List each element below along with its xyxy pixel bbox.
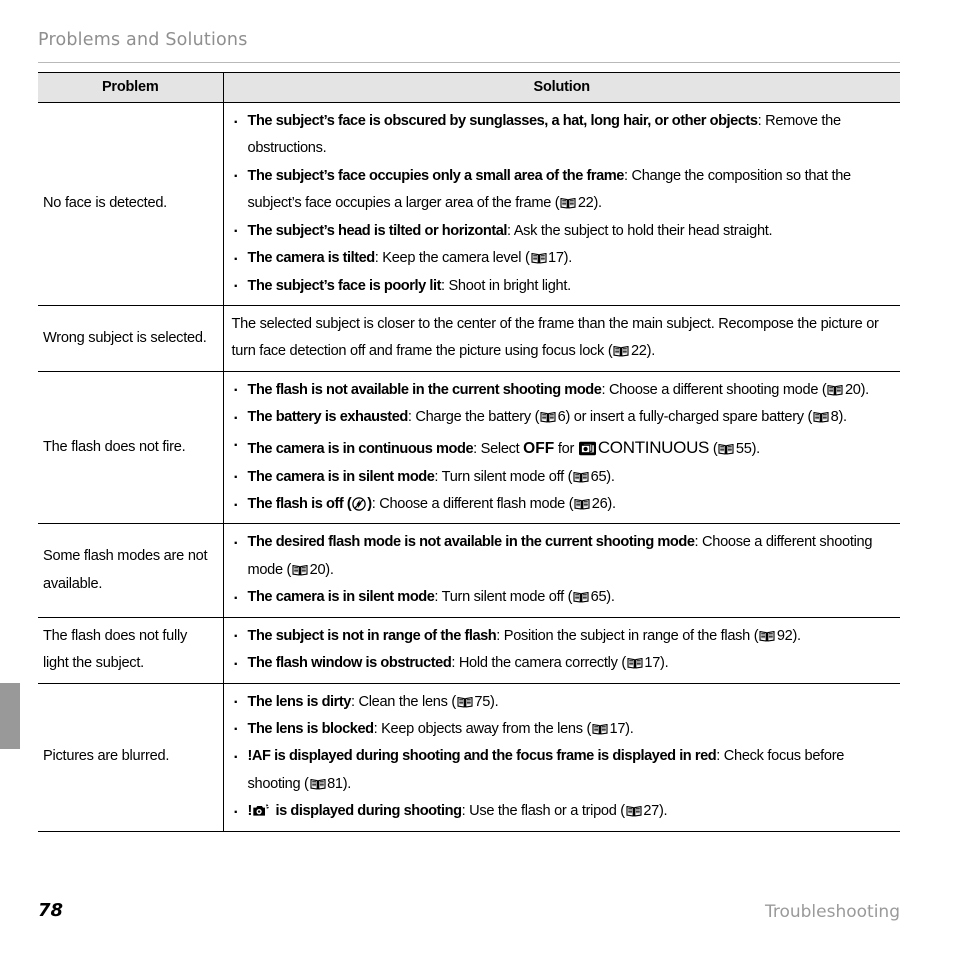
page-reference: 17 (644, 655, 661, 672)
page-reference: 65 (590, 589, 607, 606)
book-reference-icon (457, 696, 473, 708)
column-header-solution: Solution (223, 72, 900, 103)
book-reference-icon (530, 252, 547, 264)
solution-cell: The subject’s face is obscured by sungla… (223, 102, 900, 306)
page-reference: 75 (474, 693, 491, 710)
list-item: The subject is not in range of the flash… (232, 622, 894, 653)
list-item: The camera is tilted: Keep the camera le… (232, 245, 894, 276)
problem-cell: The flash does not fully light the subje… (38, 617, 224, 684)
page-reference: 27 (643, 803, 659, 820)
list-item: The subject’s face is poorly lit: Shoot … (232, 272, 894, 303)
problem-cell: Wrong subject is selected. (38, 305, 224, 372)
solution-cell: The flash is not available in the curren… (223, 371, 900, 525)
page-reference: 22 (630, 343, 647, 360)
header-divider (38, 62, 900, 63)
page-reference: 17 (548, 250, 564, 267)
list-item: The camera is in silent mode: Turn silen… (232, 463, 894, 494)
table-row: Wrong subject is selected. The selected … (38, 305, 900, 372)
list-item: The lens is dirty: Clean the lens (75). (232, 688, 894, 719)
page-number: 78 (38, 900, 64, 921)
solution-bullet-list: The subject is not in range of the flash… (232, 622, 894, 681)
page-title: Problems and Solutions (38, 30, 248, 50)
page-reference: 65 (590, 468, 607, 485)
section-name: Troubleshooting (764, 902, 900, 922)
book-reference-icon (540, 411, 556, 423)
list-item: ! is displayed during shooting: Use the … (232, 798, 894, 829)
table-row: The flash does not fire. The flash is no… (38, 371, 900, 525)
solution-bullet-list: The lens is dirty: Clean the lens (75). … (232, 688, 894, 829)
list-item: The camera is in continuous mode: Select… (232, 431, 894, 464)
page-footer: 78 Troubleshooting (38, 900, 900, 928)
solution-cell: The desired flash mode is not available … (223, 523, 900, 618)
page-reference: 22 (577, 195, 594, 212)
flash-off-icon (352, 494, 367, 511)
book-reference-icon (574, 498, 590, 510)
problems-solutions-table: Problem Solution No face is detected. Th… (38, 72, 900, 832)
table-row: Some flash modes are not available. The … (38, 523, 900, 618)
solution-cell: The lens is dirty: Clean the lens (75). … (223, 683, 900, 832)
page-reference: 20 (309, 561, 326, 578)
book-reference-icon (292, 564, 308, 576)
page-reference: 81 (327, 775, 343, 792)
problem-cell: The flash does not fire. (38, 371, 224, 525)
page-header: Problems and Solutions (38, 30, 900, 50)
page-reference: 20 (844, 381, 861, 398)
list-item: !AF is displayed during shooting and the… (232, 743, 894, 798)
list-item: The subject’s face is obscured by sungla… (232, 108, 894, 163)
solution-paragraph: The selected subject is closer to the ce… (231, 315, 879, 360)
page-reference: 92 (776, 627, 793, 644)
book-reference-icon (626, 805, 642, 817)
book-reference-icon (573, 591, 589, 603)
table-row: The flash does not fully light the subje… (38, 617, 900, 684)
continuous-icon (578, 439, 596, 455)
solution-bullet-list: The subject’s face is obscured by sungla… (232, 108, 894, 303)
book-reference-icon (627, 657, 643, 669)
solution-cell: The subject is not in range of the flash… (223, 617, 900, 684)
solution-bullet-list: The flash is not available in the curren… (232, 376, 894, 522)
list-item: The desired flash mode is not available … (232, 529, 894, 584)
camera-shake-icon (252, 800, 270, 816)
book-reference-icon (813, 411, 829, 423)
book-reference-icon (560, 197, 576, 209)
book-reference-icon (759, 630, 775, 642)
problem-cell: No face is detected. (38, 102, 224, 306)
problem-cell: Pictures are blurred. (38, 683, 224, 832)
book-reference-icon (573, 471, 589, 483)
book-reference-icon (613, 345, 629, 358)
list-item: The flash is off (): Choose a different … (232, 491, 894, 522)
list-item: The battery is exhausted: Charge the bat… (232, 404, 894, 435)
book-reference-icon (592, 723, 608, 735)
page-reference: 55 (735, 440, 752, 457)
list-item: The subject’s head is tilted or horizont… (232, 217, 894, 248)
list-item: The subject’s face occupies only a small… (232, 162, 894, 218)
list-item: The flash is not available in the curren… (232, 376, 894, 407)
book-reference-icon (718, 443, 734, 455)
page-reference: 17 (609, 720, 626, 737)
book-reference-icon (827, 384, 844, 396)
problems-solutions-table-wrap: Problem Solution No face is detected. Th… (38, 72, 900, 832)
problem-cell: Some flash modes are not available. (38, 523, 224, 618)
list-item: The lens is blocked: Keep objects away f… (232, 715, 894, 746)
section-side-tab (0, 683, 20, 749)
list-item: The flash window is obstructed: Hold the… (232, 650, 894, 681)
table-row: Pictures are blurred. The lens is dirty:… (38, 683, 900, 832)
table-row: No face is detected. The subject’s face … (38, 102, 900, 306)
solution-bullet-list: The desired flash mode is not available … (232, 529, 894, 615)
solution-cell: The selected subject is closer to the ce… (223, 305, 900, 372)
book-reference-icon (310, 778, 326, 790)
page-reference: 26 (591, 496, 608, 513)
list-item: The camera is in silent mode: Turn silen… (232, 584, 894, 615)
column-header-problem: Problem (38, 72, 224, 103)
off-value-label: OFF (523, 439, 555, 457)
table-header-row: Problem Solution (38, 72, 900, 103)
